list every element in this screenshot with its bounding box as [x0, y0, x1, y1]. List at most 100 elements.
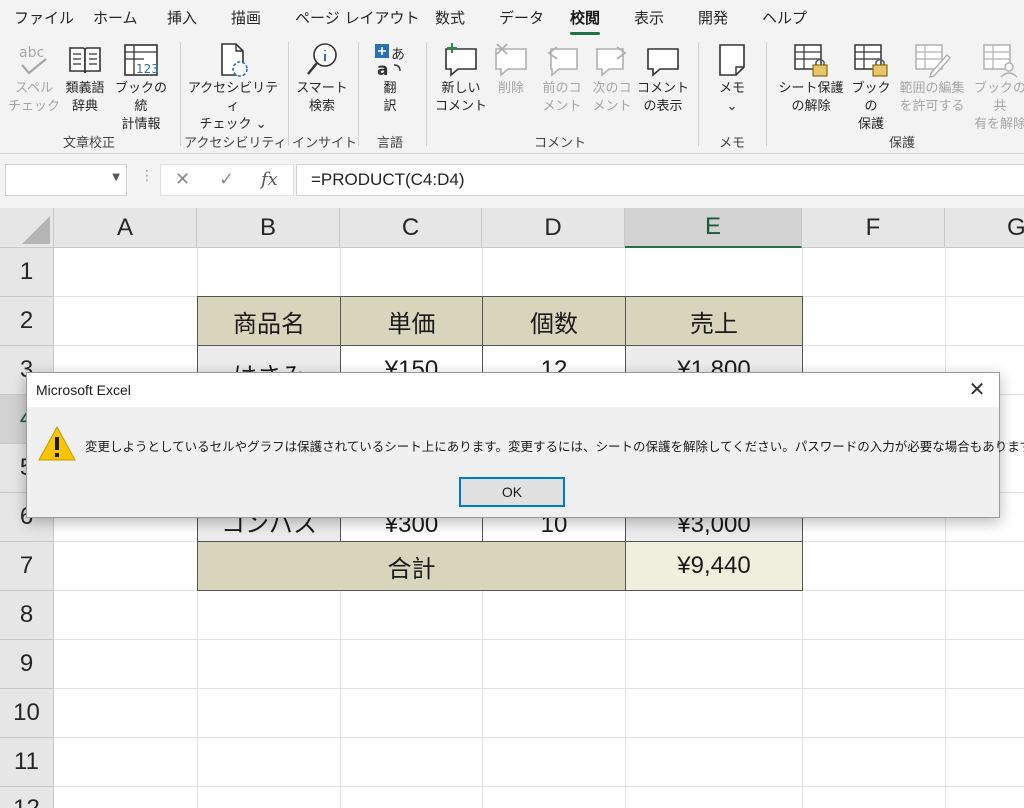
notes-label: メモ ⌄ — [718, 81, 745, 114]
dialog-title: Microsoft Excel — [36, 382, 131, 398]
gridline — [54, 737, 1024, 738]
menu-bar: ファイル ホーム 挿入 描画 ページ レイアウト 数式 データ 校閲 表示 開発… — [0, 0, 1024, 36]
column-header-f[interactable]: F — [802, 208, 945, 248]
group-notes-label: メモ — [718, 136, 745, 151]
allow-edit-ranges-button[interactable]: 範囲の編集 を許可する — [896, 40, 968, 116]
new-comment-label: 新しい コメント — [434, 81, 487, 114]
protect-workbook-button[interactable]: ブックの 保護 — [846, 40, 896, 134]
row-header-10[interactable]: 10 — [0, 689, 54, 738]
tab-view[interactable]: 表示 — [634, 7, 664, 28]
column-header-d[interactable]: D — [482, 208, 625, 248]
new-comment-icon — [430, 40, 492, 80]
enter-icon[interactable]: ✓ — [219, 169, 234, 190]
group-comments-label: コメント — [533, 136, 586, 151]
spell-check-button[interactable]: abc スペル チェック — [6, 40, 62, 116]
table-header-cell[interactable]: 個数 — [482, 296, 626, 346]
tab-home[interactable]: ホーム — [93, 7, 138, 28]
group-proofing-label: 文章校正 — [62, 136, 115, 151]
tab-data[interactable]: データ — [499, 7, 544, 28]
column-header-b[interactable]: B — [197, 208, 340, 248]
total-value: ¥9,440 — [677, 552, 751, 579]
total-value-cell[interactable]: ¥9,440 — [625, 541, 803, 591]
insert-function-icon[interactable]: fx — [261, 169, 278, 190]
formula-input[interactable]: =PRODUCT(C4:D4) — [296, 164, 1024, 196]
previous-comment-button[interactable]: 前のコ メント — [538, 40, 586, 116]
delete-comment-icon — [488, 40, 534, 80]
statistics-icon: 123 — [110, 40, 172, 80]
accessibility-check-button[interactable]: アクセシビリティ チェック ⌄ — [184, 40, 282, 134]
tab-page-layout[interactable]: ページ レイアウト — [295, 7, 419, 28]
more-options-icon[interactable]: ⋮ — [140, 168, 154, 184]
smart-lookup-button[interactable]: スマート 検索 — [292, 40, 352, 116]
close-icon[interactable]: ✕ — [965, 377, 989, 401]
tab-insert[interactable]: 挿入 — [167, 7, 197, 28]
group-accessibility-label: アクセシビリティ — [184, 136, 287, 151]
row-header-12[interactable]: 12 — [0, 787, 54, 808]
row-header-2[interactable]: 2 — [0, 297, 54, 346]
column-header-g[interactable]: G — [945, 208, 1024, 248]
unshare-workbook-button[interactable]: ブックの共 有を解除 — [970, 40, 1024, 134]
column-header-e[interactable]: E — [625, 208, 802, 248]
next-comment-icon — [588, 40, 636, 80]
name-box[interactable]: ▼ — [5, 164, 127, 196]
row-header-9[interactable]: 9 — [0, 640, 54, 689]
show-comments-button[interactable]: コメント の表示 — [636, 40, 690, 116]
gridline — [945, 248, 946, 808]
gridline — [54, 639, 1024, 640]
ribbon-separator — [180, 42, 181, 146]
cancel-icon[interactable]: ✕ — [175, 169, 190, 190]
row-header-7[interactable]: 7 — [0, 542, 54, 591]
new-comment-button[interactable]: 新しい コメント — [430, 40, 492, 116]
row-header-11[interactable]: 11 — [0, 738, 54, 787]
column-header-a[interactable]: A — [54, 208, 197, 248]
tab-developer[interactable]: 開発 — [698, 7, 728, 28]
column-header-c[interactable]: C — [340, 208, 482, 248]
protected-sheet-dialog: Microsoft Excel ✕ 変更しようとしているセルやグラフは保護されて… — [26, 372, 1024, 518]
chevron-down-icon[interactable]: ▼ — [112, 172, 120, 183]
table-header-cell[interactable]: 商品名 — [197, 296, 341, 346]
comment-icon — [636, 40, 690, 80]
accessibility-check-icon — [184, 40, 282, 80]
thesaurus-button[interactable]: 類義語 辞典 — [60, 40, 110, 116]
notes-button[interactable]: メモ ⌄ — [706, 40, 758, 116]
svg-text:あ: あ — [391, 47, 405, 63]
tab-help[interactable]: ヘルプ — [762, 7, 807, 28]
header-sales: 売上 — [690, 310, 738, 338]
group-insights-label: インサイト — [292, 136, 358, 151]
group-language-label: 言語 — [376, 136, 403, 151]
row-header-1[interactable]: 1 — [0, 248, 54, 297]
total-label-cell[interactable]: 合計 — [197, 541, 626, 591]
workbook-statistics-button[interactable]: 123 ブックの統 計情報 — [110, 40, 172, 134]
table-header-cell[interactable]: 売上 — [625, 296, 803, 346]
unshare-workbook-label: ブックの共 有を解除 — [973, 81, 1024, 132]
row-header-8[interactable]: 8 — [0, 591, 54, 640]
edit-ranges-icon — [896, 40, 968, 80]
table-header-cell[interactable]: 単価 — [340, 296, 483, 346]
accessibility-check-label: アクセシビリティ チェック ⌄ — [187, 81, 279, 132]
next-comment-button[interactable]: 次のコ メント — [588, 40, 636, 116]
smart-lookup-label: スマート 検索 — [296, 81, 348, 114]
tab-review[interactable]: 校閲 — [570, 7, 601, 35]
show-comments-label: コメント の表示 — [636, 81, 689, 114]
ok-button[interactable]: OK — [459, 477, 565, 507]
note-icon — [706, 40, 758, 80]
select-all-button[interactable] — [0, 208, 54, 248]
delete-comment-button[interactable]: 削除 — [488, 40, 534, 98]
delete-comment-label: 削除 — [497, 81, 524, 96]
workbook-lock-icon — [846, 40, 896, 80]
svg-text:123: 123 — [136, 62, 159, 76]
ribbon-separator — [358, 42, 359, 146]
translate-button[interactable]: a あ 翻 訳 — [362, 40, 418, 116]
warning-icon — [38, 425, 76, 461]
tab-draw[interactable]: 描画 — [231, 7, 261, 28]
dialog-titlebar: Microsoft Excel ✕ — [27, 373, 999, 407]
tab-file[interactable]: ファイル — [14, 7, 74, 28]
group-protect-label: 保護 — [888, 136, 915, 151]
tab-formulas[interactable]: 数式 — [435, 7, 465, 28]
gridline — [54, 786, 1024, 787]
unprotect-sheet-button[interactable]: シート保護 の解除 — [776, 40, 846, 116]
share-workbook-icon — [970, 40, 1024, 80]
header-product-name: 商品名 — [233, 310, 305, 338]
next-comment-label: 次のコ メント — [592, 81, 632, 114]
svg-text:abc: abc — [19, 45, 44, 61]
